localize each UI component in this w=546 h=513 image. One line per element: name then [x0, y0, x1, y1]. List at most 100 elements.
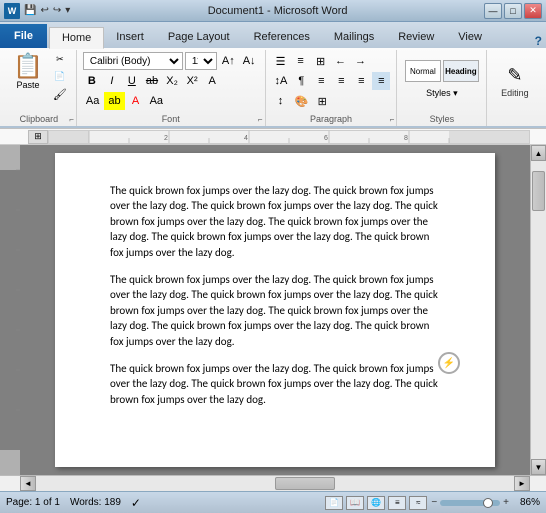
font-label: Font — [77, 114, 265, 124]
italic-button[interactable]: I — [103, 72, 121, 90]
scroll-track[interactable] — [531, 161, 546, 459]
page-info: Page: 1 of 1 — [6, 497, 60, 508]
shrink-font-button[interactable]: A↓ — [240, 52, 259, 70]
help-button[interactable]: ? — [535, 34, 542, 48]
styles-row1: Normal Heading — [405, 60, 479, 82]
document-scroll-area[interactable]: The quick brown fox jumps over the lazy … — [20, 145, 530, 475]
paragraph-dialog-launcher[interactable]: ⌐ — [390, 115, 395, 124]
strikethrough-button[interactable]: ab — [143, 72, 161, 90]
save-quick-btn[interactable]: 💾 — [23, 4, 37, 17]
scroll-down-button[interactable]: ▼ — [531, 459, 546, 475]
format-painter-button[interactable]: 🖌 — [50, 86, 70, 103]
zoom-slider[interactable] — [440, 500, 500, 506]
quick-access-toolbar: 💾 ↩ ↪ ▾ — [23, 4, 71, 17]
numbering-button[interactable]: ≡ — [292, 52, 310, 70]
increase-indent-button[interactable]: → — [352, 52, 370, 70]
ribbon-group-editing: ✎ Editing — [487, 50, 542, 126]
tab-home[interactable]: Home — [49, 27, 104, 49]
clipboard-label: Clipboard — [2, 114, 76, 124]
sort-button[interactable]: ↕A — [272, 72, 291, 90]
vertical-scrollbar[interactable]: ▲ ▼ — [530, 145, 546, 475]
bullets-button[interactable]: ☰ — [272, 52, 290, 70]
paste-button[interactable]: 📋 Paste — [8, 52, 48, 93]
hscroll-thumb[interactable] — [275, 477, 335, 490]
font-size-select[interactable]: 11 — [185, 52, 217, 70]
hscroll-right-spacer — [530, 476, 546, 491]
scroll-thumb[interactable] — [532, 171, 545, 211]
full-reading-view[interactable]: 📖 — [346, 496, 364, 510]
font-format-row: B I U ab X₂ X² A — [83, 72, 221, 90]
align-center-button[interactable]: ≡ — [332, 72, 350, 90]
heading1-style[interactable]: Heading — [443, 60, 479, 82]
font-name-select[interactable]: Calibri (Body) — [83, 52, 183, 70]
paragraph-row1: ☰ ≡ ⊞ ← → — [272, 52, 370, 70]
tab-page-layout[interactable]: Page Layout — [156, 26, 242, 48]
ruler-corner: ⊞ — [28, 130, 48, 144]
minimize-button[interactable]: — — [484, 3, 502, 19]
paragraph-3: The quick brown fox jumps over the lazy … — [110, 361, 440, 407]
undo-quick-btn[interactable]: ↩ — [39, 4, 49, 17]
copy-button[interactable]: 📄 — [50, 69, 70, 84]
bold-button[interactable]: B — [83, 72, 101, 90]
editing-icon[interactable]: ✎ — [507, 65, 522, 86]
normal-style[interactable]: Normal — [405, 60, 441, 82]
font-color-button[interactable]: A — [127, 92, 145, 110]
spell-check-icon[interactable]: ✓ — [131, 496, 141, 510]
svg-text:4: 4 — [244, 135, 248, 142]
hscroll-left-button[interactable]: ◄ — [20, 476, 36, 491]
show-marks-button[interactable]: ¶ — [292, 72, 310, 90]
subscript-button[interactable]: X₂ — [163, 72, 181, 90]
zoom-out-button[interactable]: − — [431, 497, 437, 508]
clipboard-dialog-launcher[interactable]: ⌐ — [69, 115, 74, 124]
font-dialog-launcher[interactable]: ⌐ — [258, 115, 263, 124]
text-effects-button[interactable]: A — [203, 72, 221, 90]
multilevel-list-button[interactable]: ⊞ — [312, 52, 330, 70]
tab-review[interactable]: Review — [386, 26, 446, 48]
close-button[interactable]: ✕ — [524, 3, 542, 19]
line-spacing-button[interactable]: ↕ — [272, 92, 290, 110]
scroll-up-button[interactable]: ▲ — [531, 145, 546, 161]
decrease-indent-button[interactable]: ← — [332, 52, 350, 70]
highlight-button[interactable]: ab — [104, 92, 124, 110]
outline-view[interactable]: ≡ — [388, 496, 406, 510]
horizontal-ruler: 2 4 6 8 — [48, 130, 530, 144]
borders-button[interactable]: ⊞ — [313, 92, 331, 110]
draft-view[interactable]: ≈ — [409, 496, 427, 510]
print-layout-view[interactable]: 📄 — [325, 496, 343, 510]
maximize-button[interactable]: □ — [504, 3, 522, 19]
editing-label: Editing — [501, 88, 529, 98]
justify-button[interactable]: ≡ — [372, 72, 390, 90]
zoom-thumb[interactable] — [483, 498, 493, 508]
cut-button[interactable]: ✂ — [50, 52, 70, 67]
paragraph-2: The quick brown fox jumps over the lazy … — [110, 272, 440, 349]
web-layout-view[interactable]: 🌐 — [367, 496, 385, 510]
grow-font-button[interactable]: A↑ — [219, 52, 238, 70]
tab-references[interactable]: References — [242, 26, 322, 48]
clipboard-secondary: ✂ 📄 🖌 — [50, 52, 70, 103]
styles-more-button[interactable]: Styles ▾ — [404, 84, 479, 102]
redo-quick-btn[interactable]: ↪ — [52, 4, 62, 17]
word-count: Words: 189 — [70, 497, 121, 508]
clear-format-button[interactable]: Aa — [83, 92, 102, 110]
change-case-button[interactable]: Aa — [147, 92, 166, 110]
hscroll-track[interactable] — [36, 476, 514, 491]
tab-view[interactable]: View — [446, 26, 494, 48]
align-right-button[interactable]: ≡ — [352, 72, 370, 90]
shading-button[interactable]: 🎨 — [292, 92, 312, 110]
hscroll-right-button[interactable]: ► — [514, 476, 530, 491]
font-color-row: Aa ab A Aa — [83, 92, 166, 110]
align-left-button[interactable]: ≡ — [312, 72, 330, 90]
underline-button[interactable]: U — [123, 72, 141, 90]
tab-insert[interactable]: Insert — [104, 26, 156, 48]
tab-mailings[interactable]: Mailings — [322, 26, 386, 48]
paragraph-1: The quick brown fox jumps over the lazy … — [110, 183, 440, 260]
cursor-annotation: ⚡ — [438, 352, 460, 374]
zoom-level: 86% — [512, 497, 540, 508]
customize-qa-btn[interactable]: ▾ — [64, 4, 71, 17]
zoom-in-button[interactable]: + — [503, 497, 509, 508]
titlebar: W 💾 ↩ ↪ ▾ Document1 - Microsoft Word — □… — [0, 0, 546, 22]
tab-file[interactable]: File — [0, 24, 47, 48]
superscript-button[interactable]: X² — [183, 72, 201, 90]
font-name-row: Calibri (Body) 11 A↑ A↓ — [83, 52, 259, 70]
document-page[interactable]: The quick brown fox jumps over the lazy … — [55, 153, 495, 467]
